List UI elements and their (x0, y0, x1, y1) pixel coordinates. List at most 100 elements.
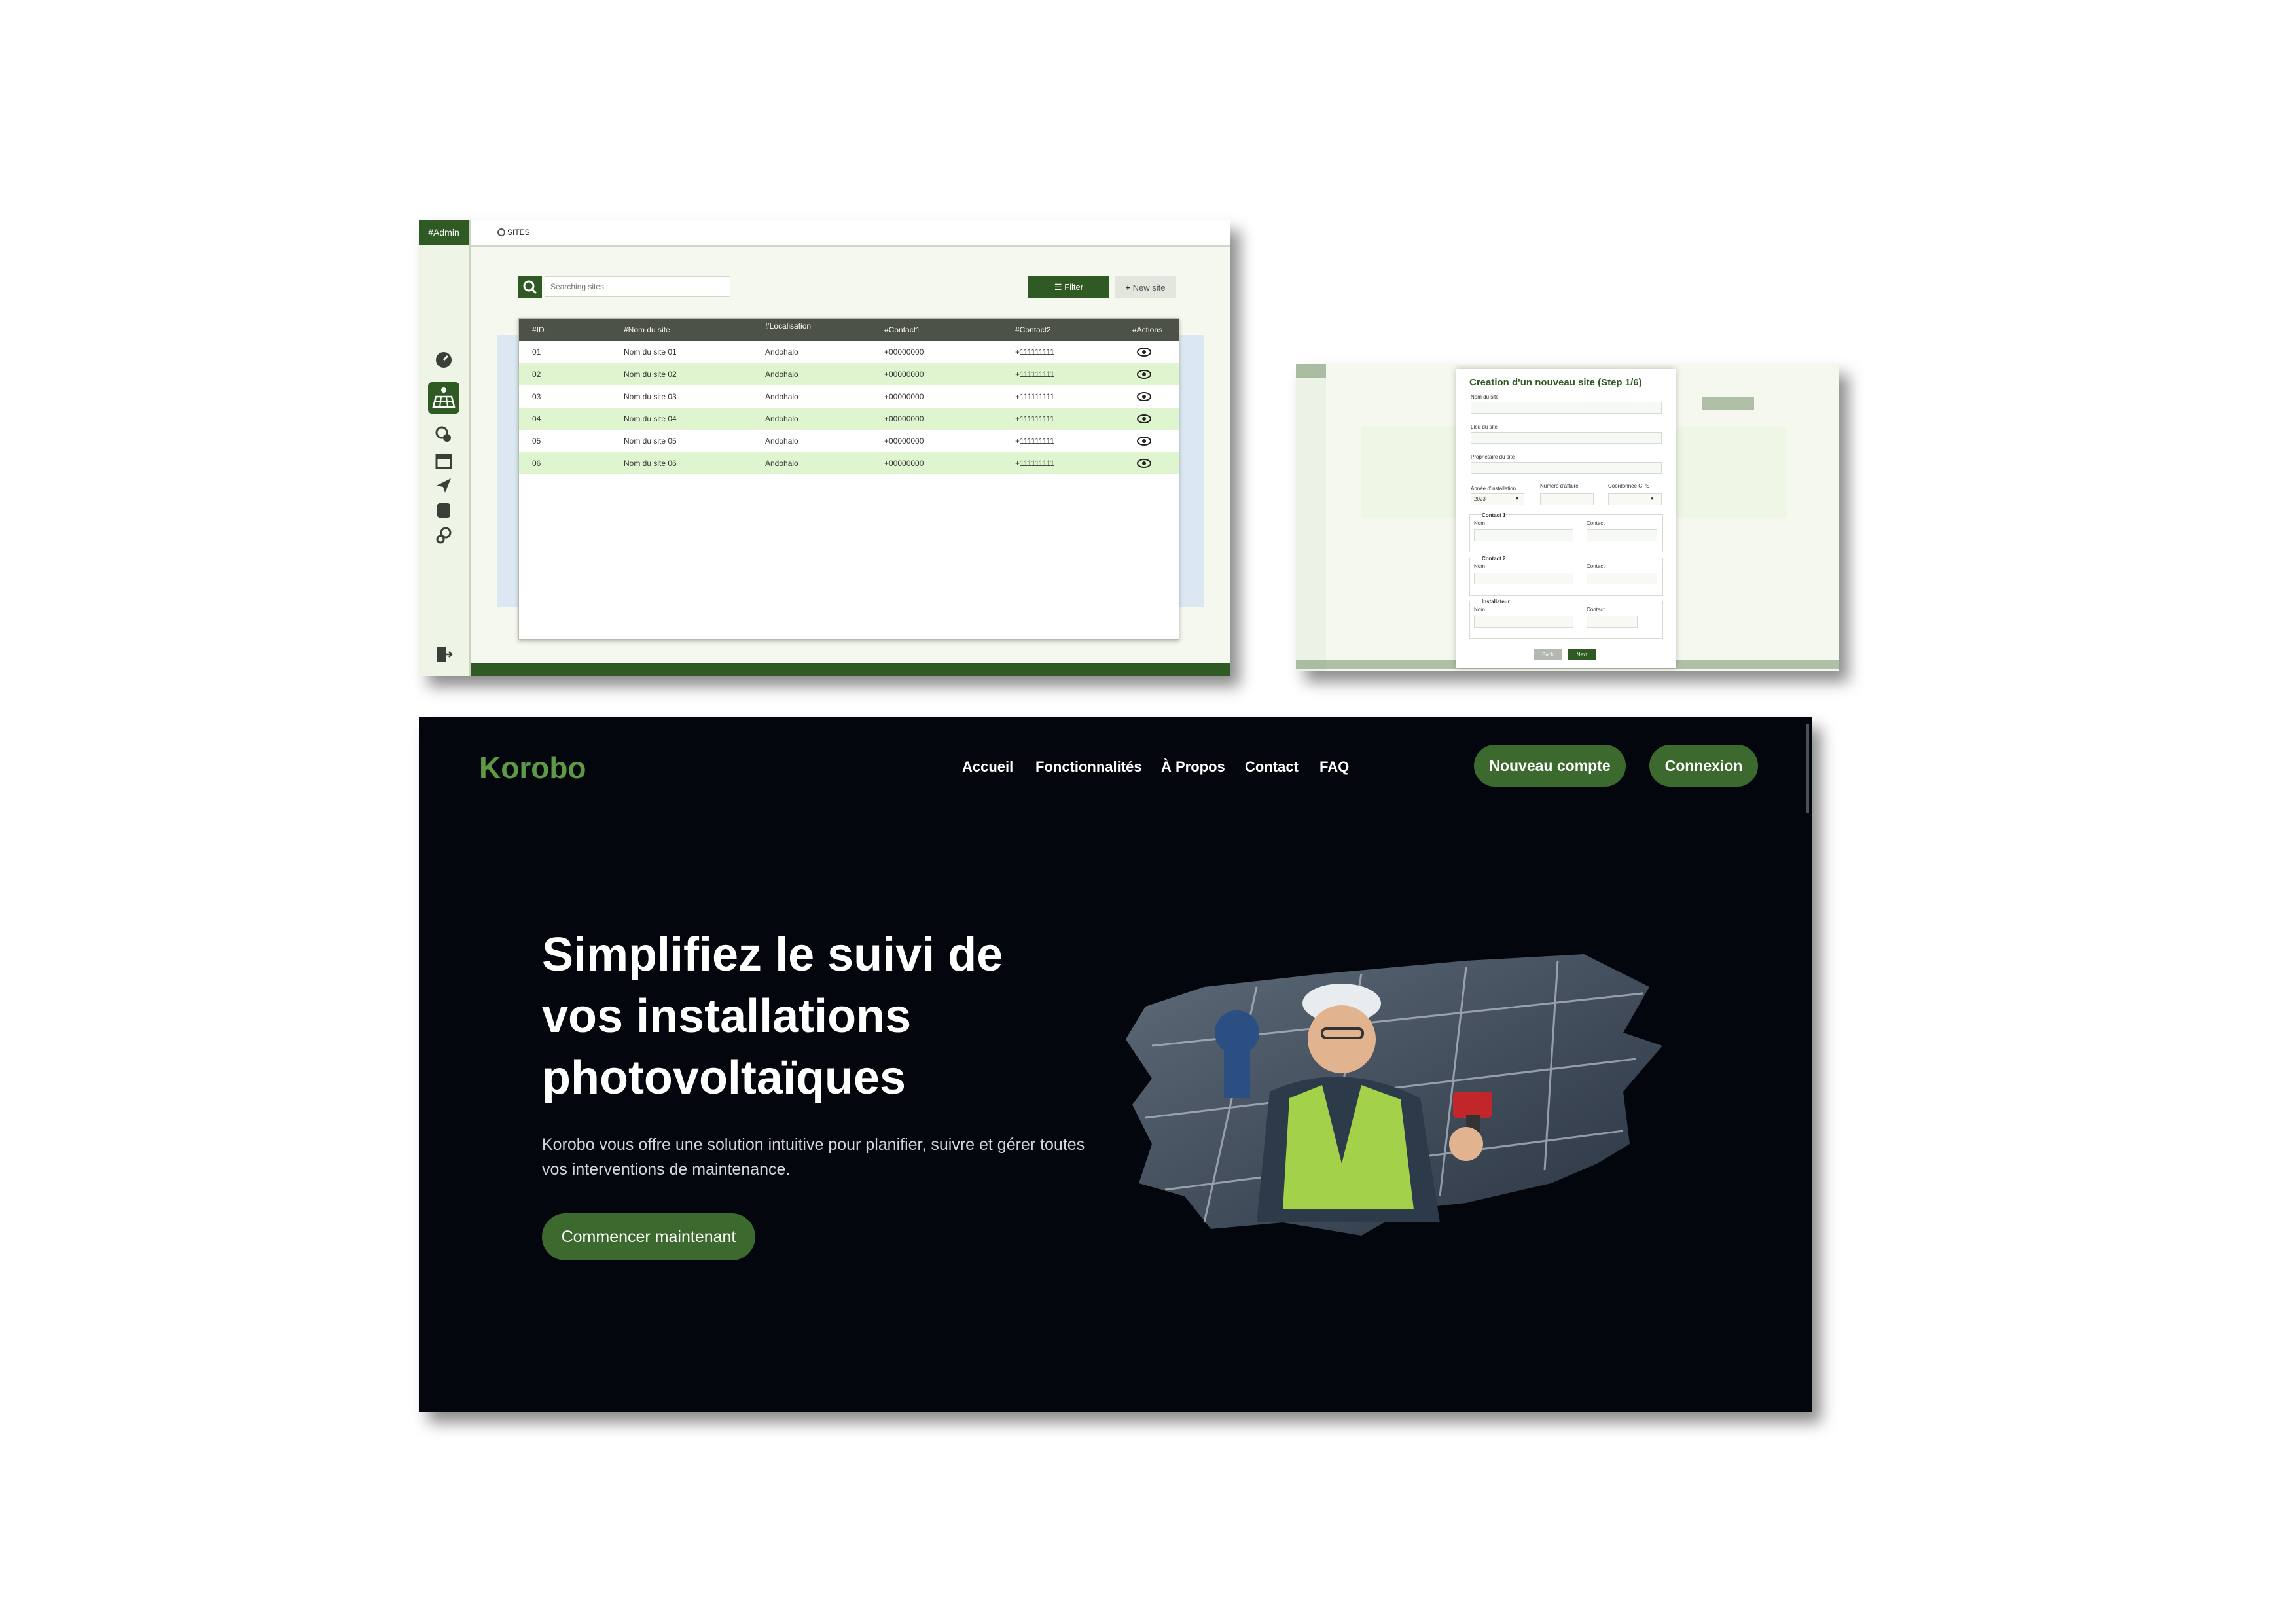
cell-contact2: +111111111 (1015, 459, 1054, 468)
install-year-value: 2023 (1474, 496, 1486, 502)
cell-location: Andohalo (765, 437, 798, 446)
cell-contact1: +00000000 (884, 348, 924, 357)
filter-button[interactable]: ☰ Filter (1028, 276, 1109, 298)
admin-sidebar: #Admin (419, 220, 471, 676)
nav-accueil[interactable]: Accueil (962, 758, 1013, 776)
search-icon (523, 280, 537, 294)
admin-sites-screenshot: #Admin SITES Searching sites ☰ Filter + … (419, 220, 1230, 676)
label-site-name: Nom du site (1471, 394, 1499, 400)
contact1-name-field[interactable] (1474, 529, 1573, 541)
installer-contact-field[interactable] (1587, 616, 1638, 628)
new-account-button[interactable]: Nouveau compte (1474, 745, 1626, 787)
cell-contact1: +00000000 (884, 459, 924, 468)
cell-name: Nom du site 03 (624, 392, 677, 401)
logout-icon[interactable] (435, 645, 453, 664)
nav-contact[interactable]: Contact (1245, 758, 1299, 776)
nav-faq[interactable]: FAQ (1319, 758, 1349, 776)
new-site-dialog: Creation d'un nouveau site (Step 1/6) No… (1456, 369, 1676, 668)
view-eye-icon[interactable] (1137, 347, 1151, 357)
view-eye-icon[interactable] (1137, 369, 1151, 380)
contact2-contact-field[interactable] (1587, 573, 1657, 584)
cell-location: Andohalo (765, 348, 798, 357)
chevron-down-icon: ▾ (1516, 495, 1519, 501)
table-row[interactable]: 06 Nom du site 06 Andohalo +00000000 +111111… (519, 452, 1179, 474)
cell-id: 05 (532, 437, 541, 446)
cell-name: Nom du site 05 (624, 437, 677, 446)
cell-location: Andohalo (765, 392, 798, 401)
cell-name: Nom du site 04 (624, 414, 677, 423)
table-row[interactable]: 03 Nom du site 03 Andohalo +00000000 +111111… (519, 385, 1179, 408)
plus-icon: + (1125, 282, 1133, 293)
cell-contact2: +111111111 (1015, 348, 1054, 357)
search-button[interactable] (518, 276, 542, 298)
contact1-contact-field[interactable] (1587, 529, 1657, 541)
owner-field[interactable] (1471, 462, 1662, 474)
database-icon[interactable] (435, 501, 453, 520)
site-name-field[interactable] (1471, 402, 1662, 414)
solar-panel-icon[interactable] (428, 382, 459, 414)
col-actions: #Actions (1132, 325, 1163, 334)
label-install-year: Année d'installation (1471, 486, 1516, 491)
location-pin-icon[interactable]: ● (1651, 495, 1654, 501)
cell-location: Andohalo (765, 370, 798, 379)
admin-topbar: SITES (471, 220, 1230, 247)
tab-sites[interactable]: SITES (507, 228, 530, 237)
calendar-icon[interactable] (435, 452, 453, 470)
contact2-contact-label: Contact (1587, 563, 1605, 569)
new-site-modal-screenshot: Creation d'un nouveau site (Step 1/6) No… (1296, 364, 1839, 671)
back-button[interactable]: Back (1534, 649, 1562, 660)
installer-name-field[interactable] (1474, 616, 1573, 628)
landing-page-screenshot: Korobo Accueil Fonctionnalités À Propos … (419, 717, 1812, 1412)
contact2-name-label: Nom (1474, 563, 1485, 569)
view-eye-icon[interactable] (1137, 458, 1151, 469)
table-row[interactable]: 05 Nom du site 05 Andohalo +00000000 +111111… (519, 430, 1179, 452)
table-row[interactable]: 02 Nom du site 02 Andohalo +00000000 +111111… (519, 363, 1179, 385)
hero-headline: Simplifiez le suivi de vos installations… (542, 924, 1118, 1109)
col-contact2: #Contact2 (1015, 325, 1051, 334)
contact2-name-field[interactable] (1474, 573, 1573, 584)
filter-label: Filter (1064, 282, 1084, 292)
nav-a-propos[interactable]: À Propos (1161, 758, 1225, 776)
brand-logo[interactable]: Korobo (479, 750, 586, 785)
contact2-group: Contact 2 Nom Contact (1469, 556, 1663, 596)
col-name: #Nom du site (624, 325, 670, 334)
get-started-button[interactable]: Commencer maintenant (542, 1213, 755, 1260)
installer-contact-label: Contact (1587, 607, 1605, 613)
new-site-button[interactable]: + New site (1115, 276, 1176, 298)
ghost-badge (1296, 364, 1326, 378)
gps-field[interactable]: ● (1608, 493, 1662, 505)
col-location: #Localisation (765, 321, 812, 330)
phone-field[interactable] (1540, 493, 1594, 505)
contact1-group: Contact 1 Nom Contact (1469, 512, 1663, 552)
label-gps: Coordonnée GPS (1608, 483, 1650, 489)
scrollbar[interactable] (1806, 724, 1809, 813)
site-place-field[interactable] (1471, 432, 1662, 444)
filter-icon: ☰ (1054, 282, 1065, 292)
next-button[interactable]: Next (1568, 649, 1596, 660)
dialog-title: Creation d'un nouveau site (Step 1/6) (1469, 377, 1642, 388)
cell-contact1: +00000000 (884, 392, 924, 401)
send-icon[interactable] (435, 476, 453, 495)
nav-fonctionnalites[interactable]: Fonctionnalités (1035, 758, 1142, 776)
search-input[interactable] (545, 276, 730, 297)
dashboard-icon[interactable] (435, 351, 453, 369)
install-year-select[interactable]: 2023 ▾ (1471, 493, 1524, 505)
ghost-sidebar (1296, 364, 1326, 671)
table-row[interactable]: 04 Nom du site 04 Andohalo +00000000 +111111… (519, 408, 1179, 430)
label-phone: Numero d'affaire (1540, 483, 1579, 489)
cell-id: 06 (532, 459, 541, 468)
cell-contact2: +111111111 (1015, 437, 1054, 446)
table-row[interactable]: 01 Nom du site 01 Andohalo +00000000 +111111… (519, 341, 1179, 363)
headline-line-1: Simplifiez le suivi de (542, 929, 1003, 981)
gears-icon[interactable] (435, 526, 453, 544)
view-eye-icon[interactable] (1137, 391, 1151, 402)
login-button[interactable]: Connexion (1649, 745, 1758, 787)
search-bar (518, 276, 736, 298)
col-contact1: #Contact1 (884, 325, 920, 334)
table-header: #ID #Nom du site #Localisation #Contact1… (519, 319, 1179, 341)
col-id: #ID (532, 325, 545, 334)
settings-cog-icon[interactable] (435, 425, 453, 444)
view-eye-icon[interactable] (1137, 436, 1151, 446)
hero-subtitle: Korobo vous offre une solution intuitive… (542, 1135, 1085, 1179)
view-eye-icon[interactable] (1137, 414, 1151, 424)
